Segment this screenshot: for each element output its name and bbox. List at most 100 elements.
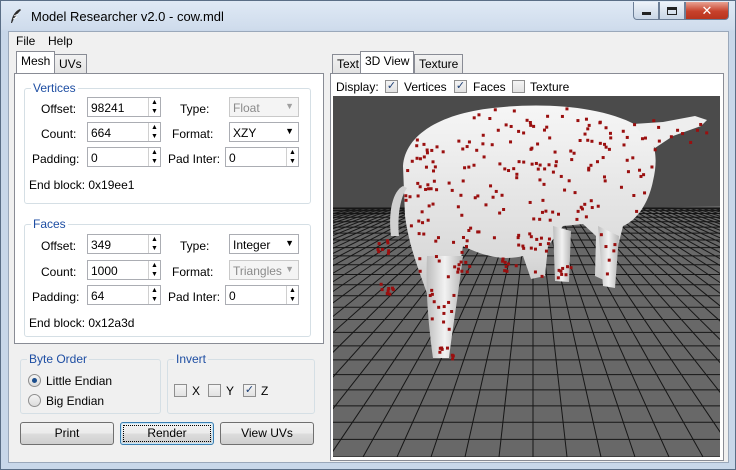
minimize-icon xyxy=(641,12,651,15)
spin-up-icon[interactable]: ▲ xyxy=(149,235,160,244)
invert-z-label[interactable]: Z xyxy=(261,384,268,398)
vertex-marker xyxy=(494,189,498,193)
vertex-marker xyxy=(435,145,439,149)
vertex-marker xyxy=(541,198,545,202)
vertex-marker xyxy=(456,267,460,271)
minimize-button[interactable] xyxy=(633,2,659,20)
invert-z-checkbox[interactable]: ✓ xyxy=(243,384,256,397)
display-faces-label[interactable]: Faces xyxy=(473,80,506,94)
little-endian-label[interactable]: Little Endian xyxy=(46,374,112,388)
vertex-marker xyxy=(417,232,421,236)
spin-up-icon[interactable]: ▲ xyxy=(149,261,160,270)
vertex-marker xyxy=(450,309,454,313)
vertex-marker xyxy=(417,219,421,223)
vertex-marker xyxy=(436,236,440,240)
vertex-marker xyxy=(532,217,536,221)
vertex-marker xyxy=(467,140,471,144)
vertex-marker xyxy=(705,131,709,135)
vertex-marker xyxy=(515,176,519,180)
spin-down-icon[interactable]: ▼ xyxy=(149,270,160,279)
title-bar[interactable]: Model Researcher v2.0 - cow.mdl ✕ xyxy=(1,1,735,31)
display-texture-checkbox[interactable] xyxy=(512,80,525,93)
big-endian-label[interactable]: Big Endian xyxy=(46,394,104,408)
3d-viewport[interactable] xyxy=(333,96,720,457)
spin-down-icon[interactable]: ▼ xyxy=(149,132,160,141)
vertex-marker xyxy=(575,217,579,221)
tab-mesh[interactable]: Mesh xyxy=(16,51,56,73)
vertex-marker xyxy=(604,245,608,249)
vertices-format-select[interactable]: XZY ▼ xyxy=(229,122,299,142)
vertex-marker xyxy=(578,138,582,142)
vertex-marker xyxy=(567,179,571,183)
faces-padding-spinbox[interactable]: 64 ▲ ▼ xyxy=(87,285,161,305)
spin-down-icon[interactable]: ▼ xyxy=(149,157,160,166)
vertex-marker xyxy=(547,237,551,241)
faces-count-spinbox[interactable]: 1000 ▲ ▼ xyxy=(87,260,161,280)
spin-up-icon[interactable]: ▲ xyxy=(149,286,160,295)
faces-padding-value: 64 xyxy=(91,289,105,303)
spin-up-icon[interactable]: ▲ xyxy=(287,148,298,157)
menu-help[interactable]: Help xyxy=(48,34,73,48)
vertex-marker xyxy=(422,155,426,159)
display-vertices-checkbox[interactable]: ✓ xyxy=(385,80,398,93)
vertex-marker xyxy=(570,158,574,162)
display-texture-label[interactable]: Texture xyxy=(530,80,569,94)
spin-down-icon[interactable]: ▼ xyxy=(287,157,298,166)
spin-down-icon[interactable]: ▼ xyxy=(287,295,298,304)
vertices-padinter-spinbox[interactable]: 0 ▲ ▼ xyxy=(225,147,299,167)
tab-3d-view[interactable]: 3D View xyxy=(360,51,415,73)
little-endian-radio[interactable] xyxy=(28,374,41,387)
vertex-marker xyxy=(604,126,608,130)
faces-type-select[interactable]: Integer ▼ xyxy=(229,234,299,254)
faces-format-select[interactable]: Triangles ▼ xyxy=(229,260,299,280)
vertex-marker xyxy=(560,114,564,118)
tab-uvs[interactable]: UVs xyxy=(54,54,87,73)
invert-y-label[interactable]: Y xyxy=(226,384,234,398)
faces-padinter-spinbox[interactable]: 0 ▲ ▼ xyxy=(225,285,299,305)
render-button[interactable]: Render xyxy=(120,422,214,445)
spin-up-icon[interactable]: ▲ xyxy=(149,148,160,157)
vertex-marker xyxy=(622,143,626,147)
invert-x-label[interactable]: X xyxy=(192,384,200,398)
spin-up-icon[interactable]: ▲ xyxy=(149,98,160,107)
vertex-marker xyxy=(535,237,539,241)
vertex-marker xyxy=(386,239,390,243)
display-faces-checkbox[interactable]: ✓ xyxy=(454,80,467,93)
invert-y-checkbox[interactable] xyxy=(208,384,221,397)
vertex-marker xyxy=(681,132,685,136)
display-vertices-label[interactable]: Vertices xyxy=(404,80,447,94)
close-button[interactable]: ✕ xyxy=(685,2,729,20)
maximize-button[interactable] xyxy=(659,2,685,20)
vertex-marker xyxy=(377,242,381,246)
vertex-marker xyxy=(451,357,455,361)
vertex-marker xyxy=(434,255,438,259)
view-uvs-button[interactable]: View UVs xyxy=(220,422,314,445)
vertex-marker xyxy=(461,235,465,239)
vertex-marker xyxy=(490,143,494,147)
vertices-type-select[interactable]: Float ▼ xyxy=(229,97,299,117)
vertex-marker xyxy=(596,204,600,208)
spin-down-icon[interactable]: ▼ xyxy=(149,295,160,304)
faces-offset-spinbox[interactable]: 349 ▲ ▼ xyxy=(87,234,161,254)
spin-down-icon[interactable]: ▼ xyxy=(149,107,160,116)
big-endian-radio[interactable] xyxy=(28,394,41,407)
vertex-marker xyxy=(589,199,593,203)
vertex-marker xyxy=(590,206,594,210)
vertex-marker xyxy=(380,288,384,292)
spin-down-icon[interactable]: ▼ xyxy=(149,244,160,253)
vertex-marker xyxy=(530,162,534,166)
vertex-marker xyxy=(603,179,607,183)
spin-up-icon[interactable]: ▲ xyxy=(149,123,160,132)
vertex-marker xyxy=(538,178,542,182)
vertex-marker xyxy=(431,202,435,206)
vertex-marker xyxy=(529,246,533,250)
invert-x-checkbox[interactable] xyxy=(174,384,187,397)
vertices-offset-spinbox[interactable]: 98241 ▲ ▼ xyxy=(87,97,161,117)
tab-texture[interactable]: Texture xyxy=(414,54,464,73)
vertices-count-spinbox[interactable]: 664 ▲ ▼ xyxy=(87,122,161,142)
menu-file[interactable]: File xyxy=(16,34,35,48)
vertices-padding-spinbox[interactable]: 0 ▲ ▼ xyxy=(87,147,161,167)
print-button[interactable]: Print xyxy=(20,422,114,445)
spin-up-icon[interactable]: ▲ xyxy=(287,286,298,295)
vertex-marker xyxy=(533,247,537,251)
